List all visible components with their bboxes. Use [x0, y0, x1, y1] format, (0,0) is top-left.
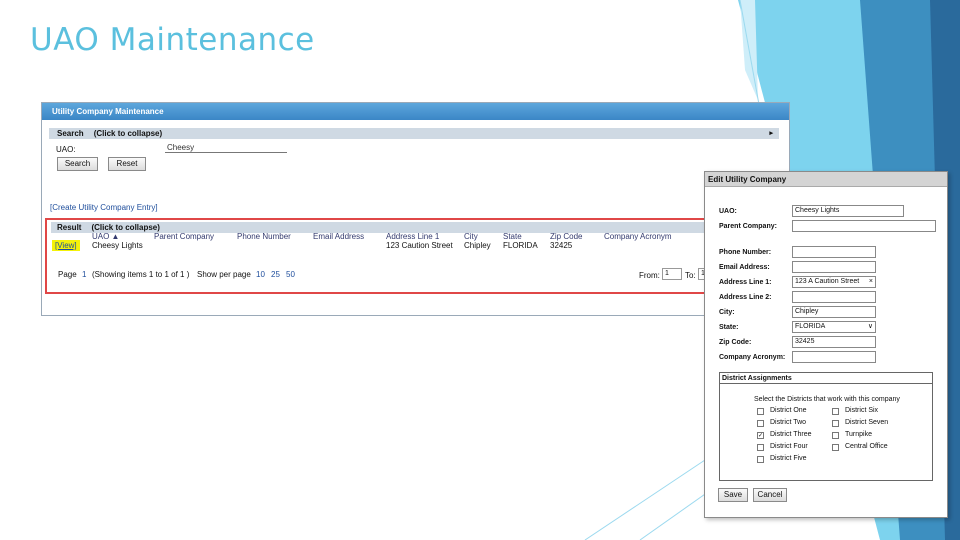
- city-label: City:: [719, 309, 735, 316]
- label-district-one: District One: [770, 407, 807, 414]
- address-line-1-value: 123 A Caution Street: [795, 278, 860, 285]
- uao-search-label: UAO:: [56, 145, 76, 154]
- pager-page-label: Page: [58, 270, 77, 279]
- per-page-10[interactable]: 10: [256, 270, 265, 279]
- uao-search-input[interactable]: Cheesy: [165, 142, 287, 153]
- utility-maintenance-window: Utility Company Maintenance Search (Click…: [41, 102, 790, 316]
- save-button[interactable]: Save: [718, 488, 748, 502]
- phone-field[interactable]: [792, 246, 876, 258]
- city-field[interactable]: Chipley: [792, 306, 876, 318]
- district-assignments: District Assignments Select the District…: [719, 372, 933, 481]
- per-page-50[interactable]: 50: [286, 270, 295, 279]
- label-district-two: District Two: [770, 419, 807, 426]
- zip-label: Zip Code:: [719, 339, 752, 346]
- checkbox-district-six[interactable]: [832, 408, 839, 415]
- result-section: Result (Click to collapse) UAO ▲ Parent C…: [45, 218, 790, 294]
- show-per-page-label: Show per page: [197, 270, 251, 279]
- per-page-25[interactable]: 25: [271, 270, 280, 279]
- to-label: To:: [685, 271, 696, 280]
- label-district-five: District Five: [770, 455, 807, 462]
- pager-page-number[interactable]: 1: [82, 270, 86, 279]
- create-entry-link[interactable]: [Create Utility Company Entry]: [50, 203, 158, 212]
- label-district-three: District Three: [770, 431, 812, 438]
- email-field[interactable]: [792, 261, 876, 273]
- dialog-title: Edit Utility Company: [705, 172, 947, 187]
- column-header-state[interactable]: State: [503, 232, 522, 241]
- checkbox-district-four[interactable]: [757, 444, 764, 451]
- from-input[interactable]: 1: [662, 268, 682, 280]
- state-value: FLORIDA: [795, 323, 826, 330]
- label-turnpike: Turnpike: [845, 431, 872, 438]
- column-header-email[interactable]: Email Address: [313, 232, 364, 241]
- checkbox-district-one[interactable]: [757, 408, 764, 415]
- label-district-seven: District Seven: [845, 419, 889, 426]
- view-row-link[interactable]: [View]: [52, 240, 80, 251]
- address-line-2-field[interactable]: [792, 291, 876, 303]
- checkbox-district-two[interactable]: [757, 420, 764, 427]
- column-header-address[interactable]: Address Line 1: [386, 232, 439, 241]
- state-label: State:: [719, 324, 739, 331]
- chevron-down-icon[interactable]: ∨: [868, 322, 873, 332]
- reset-button[interactable]: Reset: [108, 157, 146, 171]
- checkbox-central-office[interactable]: [832, 444, 839, 451]
- column-header-city[interactable]: City: [464, 232, 478, 241]
- checkbox-district-three[interactable]: ✓: [757, 432, 764, 439]
- checkbox-district-seven[interactable]: [832, 420, 839, 427]
- cell-zip: 32425: [550, 241, 573, 250]
- column-header-phone[interactable]: Phone Number: [237, 232, 291, 241]
- cancel-button[interactable]: Cancel: [753, 488, 787, 502]
- zip-field[interactable]: 32425: [792, 336, 876, 348]
- parent-company-field[interactable]: [792, 220, 936, 232]
- district-instruction: Select the Districts that work with this…: [754, 396, 900, 403]
- address-line-1-label: Address Line 1:: [719, 279, 772, 286]
- cell-uao: Cheesy Lights: [92, 241, 143, 250]
- checkbox-turnpike[interactable]: [832, 432, 839, 439]
- search-collapse-toggle[interactable]: (Click to collapse): [94, 129, 162, 138]
- cell-city: Chipley: [464, 241, 491, 250]
- pager-showing-text: (Showing items 1 to 1 of 1 ): [92, 270, 190, 279]
- expand-arrow-icon[interactable]: ▸: [769, 128, 773, 139]
- label-district-six: District Six: [845, 407, 879, 414]
- search-button[interactable]: Search: [57, 157, 98, 171]
- window-title: Utility Company Maintenance: [42, 103, 789, 120]
- address-line-2-label: Address Line 2:: [719, 294, 772, 301]
- label-central-office: Central Office: [845, 443, 888, 450]
- search-section-label: Search: [57, 129, 84, 138]
- cell-address: 123 Caution Street: [386, 241, 453, 250]
- slide-title: UAO Maintenance: [30, 22, 315, 58]
- district-assignments-title: District Assignments: [720, 373, 932, 384]
- clear-icon[interactable]: ×: [869, 277, 873, 287]
- result-section-label: Result: [57, 223, 82, 232]
- from-label: From:: [639, 271, 660, 280]
- parent-company-label: Parent Company:: [719, 223, 777, 230]
- email-label: Email Address:: [719, 264, 770, 271]
- cell-state: FLORIDA: [503, 241, 538, 250]
- company-acronym-field[interactable]: [792, 351, 876, 363]
- uao-label: UAO:: [719, 208, 737, 215]
- uao-field[interactable]: Cheesy Lights: [792, 205, 904, 217]
- edit-utility-company-dialog: Edit Utility Company UAO: Cheesy Lights …: [704, 171, 948, 518]
- label-district-four: District Four: [770, 443, 808, 450]
- state-select[interactable]: FLORIDA ∨: [792, 321, 876, 333]
- phone-label: Phone Number:: [719, 249, 772, 256]
- column-header-acronym[interactable]: Company Acronym: [604, 232, 672, 241]
- column-header-uao[interactable]: UAO ▲: [92, 232, 119, 241]
- column-header-zip[interactable]: Zip Code: [550, 232, 582, 241]
- search-section-header[interactable]: Search (Click to collapse) ▸: [49, 128, 779, 139]
- checkbox-district-five[interactable]: [757, 456, 764, 463]
- column-header-parent-company[interactable]: Parent Company: [154, 232, 214, 241]
- result-collapse-toggle[interactable]: (Click to collapse): [91, 223, 159, 232]
- address-line-1-field[interactable]: 123 A Caution Street ×: [792, 276, 876, 288]
- company-acronym-label: Company Acronym:: [719, 354, 786, 361]
